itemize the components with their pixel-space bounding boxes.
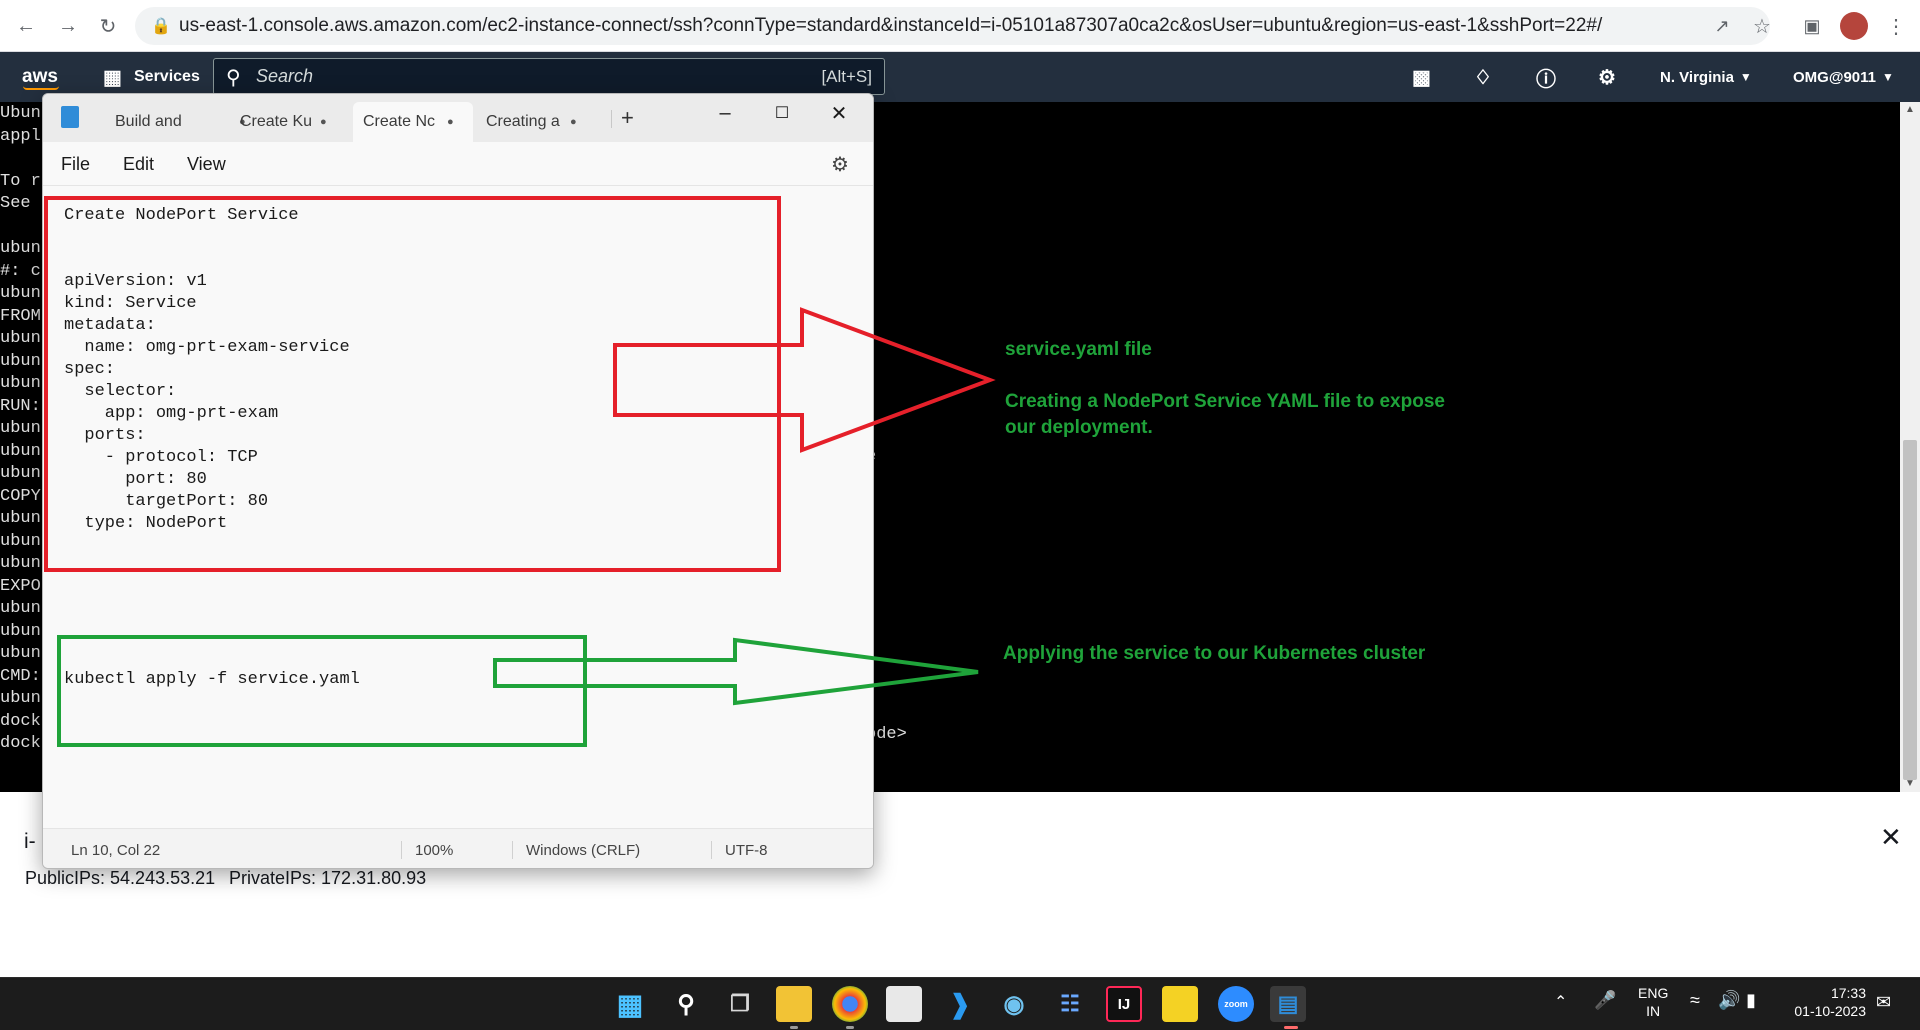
task-view-icon[interactable]: ❐ <box>722 986 758 1022</box>
volume-icon[interactable]: 🔊 <box>1718 990 1740 1011</box>
network-app-icon[interactable]: ◉ <box>996 986 1032 1022</box>
running-indicator <box>790 1026 798 1029</box>
sticky-notes-icon[interactable] <box>1162 986 1198 1022</box>
zoom-icon[interactable]: zoom <box>1218 986 1254 1022</box>
active-indicator <box>1284 1026 1298 1029</box>
annotation-desc-line2: our deployment. <box>1005 417 1153 438</box>
language-label: ENG <box>1638 985 1669 1001</box>
microphone-icon[interactable]: 🎤 <box>1594 990 1616 1011</box>
annotation-file-label: service.yaml file <box>1005 339 1152 360</box>
chrome-icon[interactable] <box>832 986 868 1022</box>
red-arrow <box>613 307 996 453</box>
intellij-icon[interactable]: IJ <box>1106 986 1142 1022</box>
file-explorer-icon[interactable] <box>776 986 812 1022</box>
running-indicator <box>846 1026 854 1029</box>
wifi-icon[interactable]: ≈ <box>1690 990 1700 1011</box>
microsoft-store-icon[interactable] <box>886 986 922 1022</box>
start-windows-icon[interactable]: ▦ <box>612 986 648 1022</box>
vscode-icon[interactable]: ❱ <box>942 986 978 1022</box>
annotation-desc-line1: Creating a NodePort Service YAML file to… <box>1005 391 1445 412</box>
search-icon[interactable]: ⚲ <box>668 986 704 1022</box>
clock-time: 17:33 <box>1830 985 1866 1001</box>
green-arrow <box>493 637 979 706</box>
language-indicator[interactable]: ENG IN <box>1638 984 1668 1020</box>
battery-icon[interactable]: ▮ <box>1746 990 1756 1011</box>
red-highlight-box <box>44 196 781 572</box>
windows-taskbar: ▦ ⚲ ❐ ❱ ◉ ☷ IJ zoom ▤ ⌃ 🎤 ENG IN ≈ 🔊 ▮ 1… <box>0 977 1920 1030</box>
language-region: IN <box>1646 1003 1661 1019</box>
clock-date: 01-10-2023 <box>1794 1003 1866 1019</box>
clock[interactable]: 17:33 01-10-2023 <box>1786 984 1866 1020</box>
notepad-taskbar-icon[interactable]: ▤ <box>1270 986 1306 1022</box>
green-highlight-box <box>57 635 587 747</box>
annotation-overlay <box>44 196 996 747</box>
remote-desktop-icon[interactable]: ☷ <box>1052 986 1088 1022</box>
annotation-apply-label: Applying the service to our Kubernetes c… <box>1003 643 1426 664</box>
notification-icon[interactable]: ✉ <box>1876 992 1891 1013</box>
chevron-up-icon[interactable]: ⌃ <box>1554 992 1567 1012</box>
